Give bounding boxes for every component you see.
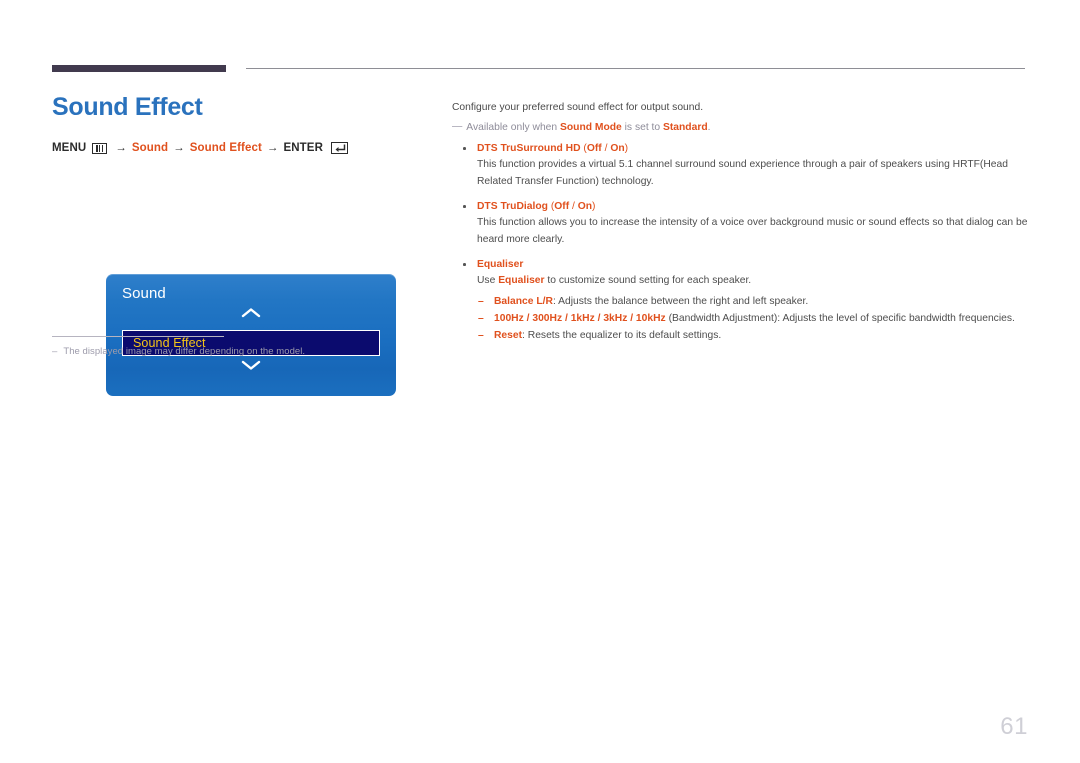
sub-item-balance: Balance L/R: Adjusts the balance between… — [452, 293, 1030, 310]
sub-item-reset: Reset: Resets the equalizer to its defau… — [452, 327, 1030, 344]
page-title: Sound Effect — [52, 93, 203, 121]
trudialog-heading: DTS TruDialog (Off / On) — [452, 198, 1030, 215]
footnote-dash: – — [52, 346, 58, 357]
page-number: 61 — [1000, 713, 1028, 740]
footnote: – The displayed image may differ dependi… — [52, 346, 392, 357]
footnote-divider — [52, 336, 224, 337]
breadcrumb-arrow-1: → — [115, 142, 127, 154]
header-rule — [52, 64, 1025, 74]
trudialog-title: DTS TruDialog — [477, 201, 548, 212]
sub-term-reset: Reset — [494, 329, 523, 341]
enter-key-icon — [330, 142, 348, 154]
availability-dash: — — [452, 120, 463, 132]
breadcrumb-arrow-3: → — [266, 142, 279, 154]
right-column: Configure your preferred sound effect fo… — [452, 100, 1030, 352]
feature-list: DTS TruSurround HD (Off / On) This funct… — [452, 140, 1030, 344]
availability-pre: Available only when — [466, 121, 560, 133]
availability-mid: is set to — [621, 121, 663, 133]
list-item-trusurround: DTS TruSurround HD (Off / On) This funct… — [452, 140, 1030, 190]
trusurround-heading: DTS TruSurround HD (Off / On) — [452, 140, 1030, 157]
availability-note: — Available only when Sound Mode is set … — [452, 120, 1030, 137]
list-item-equaliser: Equaliser Use Equaliser to customize sou… — [452, 256, 1030, 344]
sub-text-balance: : Adjusts the balance between the right … — [552, 295, 809, 307]
sub-term-bandwidth: 100Hz / 300Hz / 1kHz / 3kHz / 10kHz — [494, 312, 666, 324]
equaliser-heading: Equaliser — [452, 256, 1030, 273]
left-footnote-block: – The displayed image may differ dependi… — [52, 336, 392, 357]
intro-text: Configure your preferred sound effect fo… — [452, 102, 704, 113]
breadcrumb-item-sound: Sound — [131, 142, 169, 154]
sub-text-bandwidth: (Bandwidth Adjustment): Adjusts the leve… — [665, 312, 1015, 324]
list-item-trudialog: DTS TruDialog (Off / On) This function a… — [452, 198, 1030, 248]
menu-grid-icon — [92, 142, 108, 154]
breadcrumb-arrow-2: → — [173, 142, 185, 154]
trusurround-paren-close: ) — [624, 143, 629, 154]
sub-item-bandwidth: 100Hz / 300Hz / 1kHz / 3kHz / 10kHz (Ban… — [452, 310, 1030, 327]
availability-post: . — [707, 121, 711, 133]
menu-path-breadcrumb: MENU → Sound → Sound Effect → ENTER — [52, 142, 412, 154]
trusurround-description: This function provides a virtual 5.1 cha… — [477, 159, 1008, 187]
equaliser-title: Equaliser — [477, 259, 524, 270]
breadcrumb-enter-label: ENTER — [283, 142, 323, 154]
left-column: Sound Effect MENU → Sound → Sound Effect… — [52, 92, 412, 396]
equaliser-body-post: to customize sound setting for each spea… — [544, 275, 752, 286]
trusurround-option-off: Off — [586, 143, 602, 154]
equaliser-body-pre: Use — [477, 275, 499, 286]
trudialog-paren-close: ) — [592, 201, 596, 212]
trusurround-option-on: On — [610, 143, 625, 154]
equaliser-sub-list: Balance L/R: Adjusts the balance between… — [452, 293, 1030, 344]
document-page: Sound Effect MENU → Sound → Sound Effect… — [0, 0, 1080, 763]
chevron-down-icon[interactable] — [106, 358, 396, 377]
sub-term-balance: Balance L/R — [494, 295, 553, 307]
chevron-up-icon[interactable] — [106, 306, 396, 325]
tv-osd-screenshot: Sound Sound Effect — [106, 274, 396, 396]
availability-text: Available only when Sound Mode is set to… — [466, 120, 710, 137]
header-accent-bar — [52, 65, 226, 72]
trudialog-option-on: On — [577, 201, 593, 212]
trudialog-description: This function allows you to increase the… — [477, 217, 1028, 245]
sub-text-reset: : Resets the equalizer to its default se… — [522, 329, 722, 341]
equaliser-description: Use Equaliser to customize sound setting… — [452, 273, 1030, 290]
equaliser-body-term: Equaliser — [498, 275, 545, 286]
trudialog-option-off: Off — [554, 201, 570, 212]
trudialog-option-sep: / — [569, 201, 578, 212]
trusurround-title: DTS TruSurround HD — [477, 143, 581, 154]
breadcrumb-item-sound-effect: Sound Effect — [189, 142, 262, 154]
availability-term-sound-mode: Sound Mode — [560, 121, 622, 133]
availability-term-standard: Standard — [662, 121, 708, 133]
osd-menu-title: Sound — [122, 285, 166, 302]
footnote-text: The displayed image may differ depending… — [63, 346, 306, 357]
breadcrumb-menu-label: MENU — [52, 142, 87, 154]
header-thin-line — [246, 68, 1025, 69]
